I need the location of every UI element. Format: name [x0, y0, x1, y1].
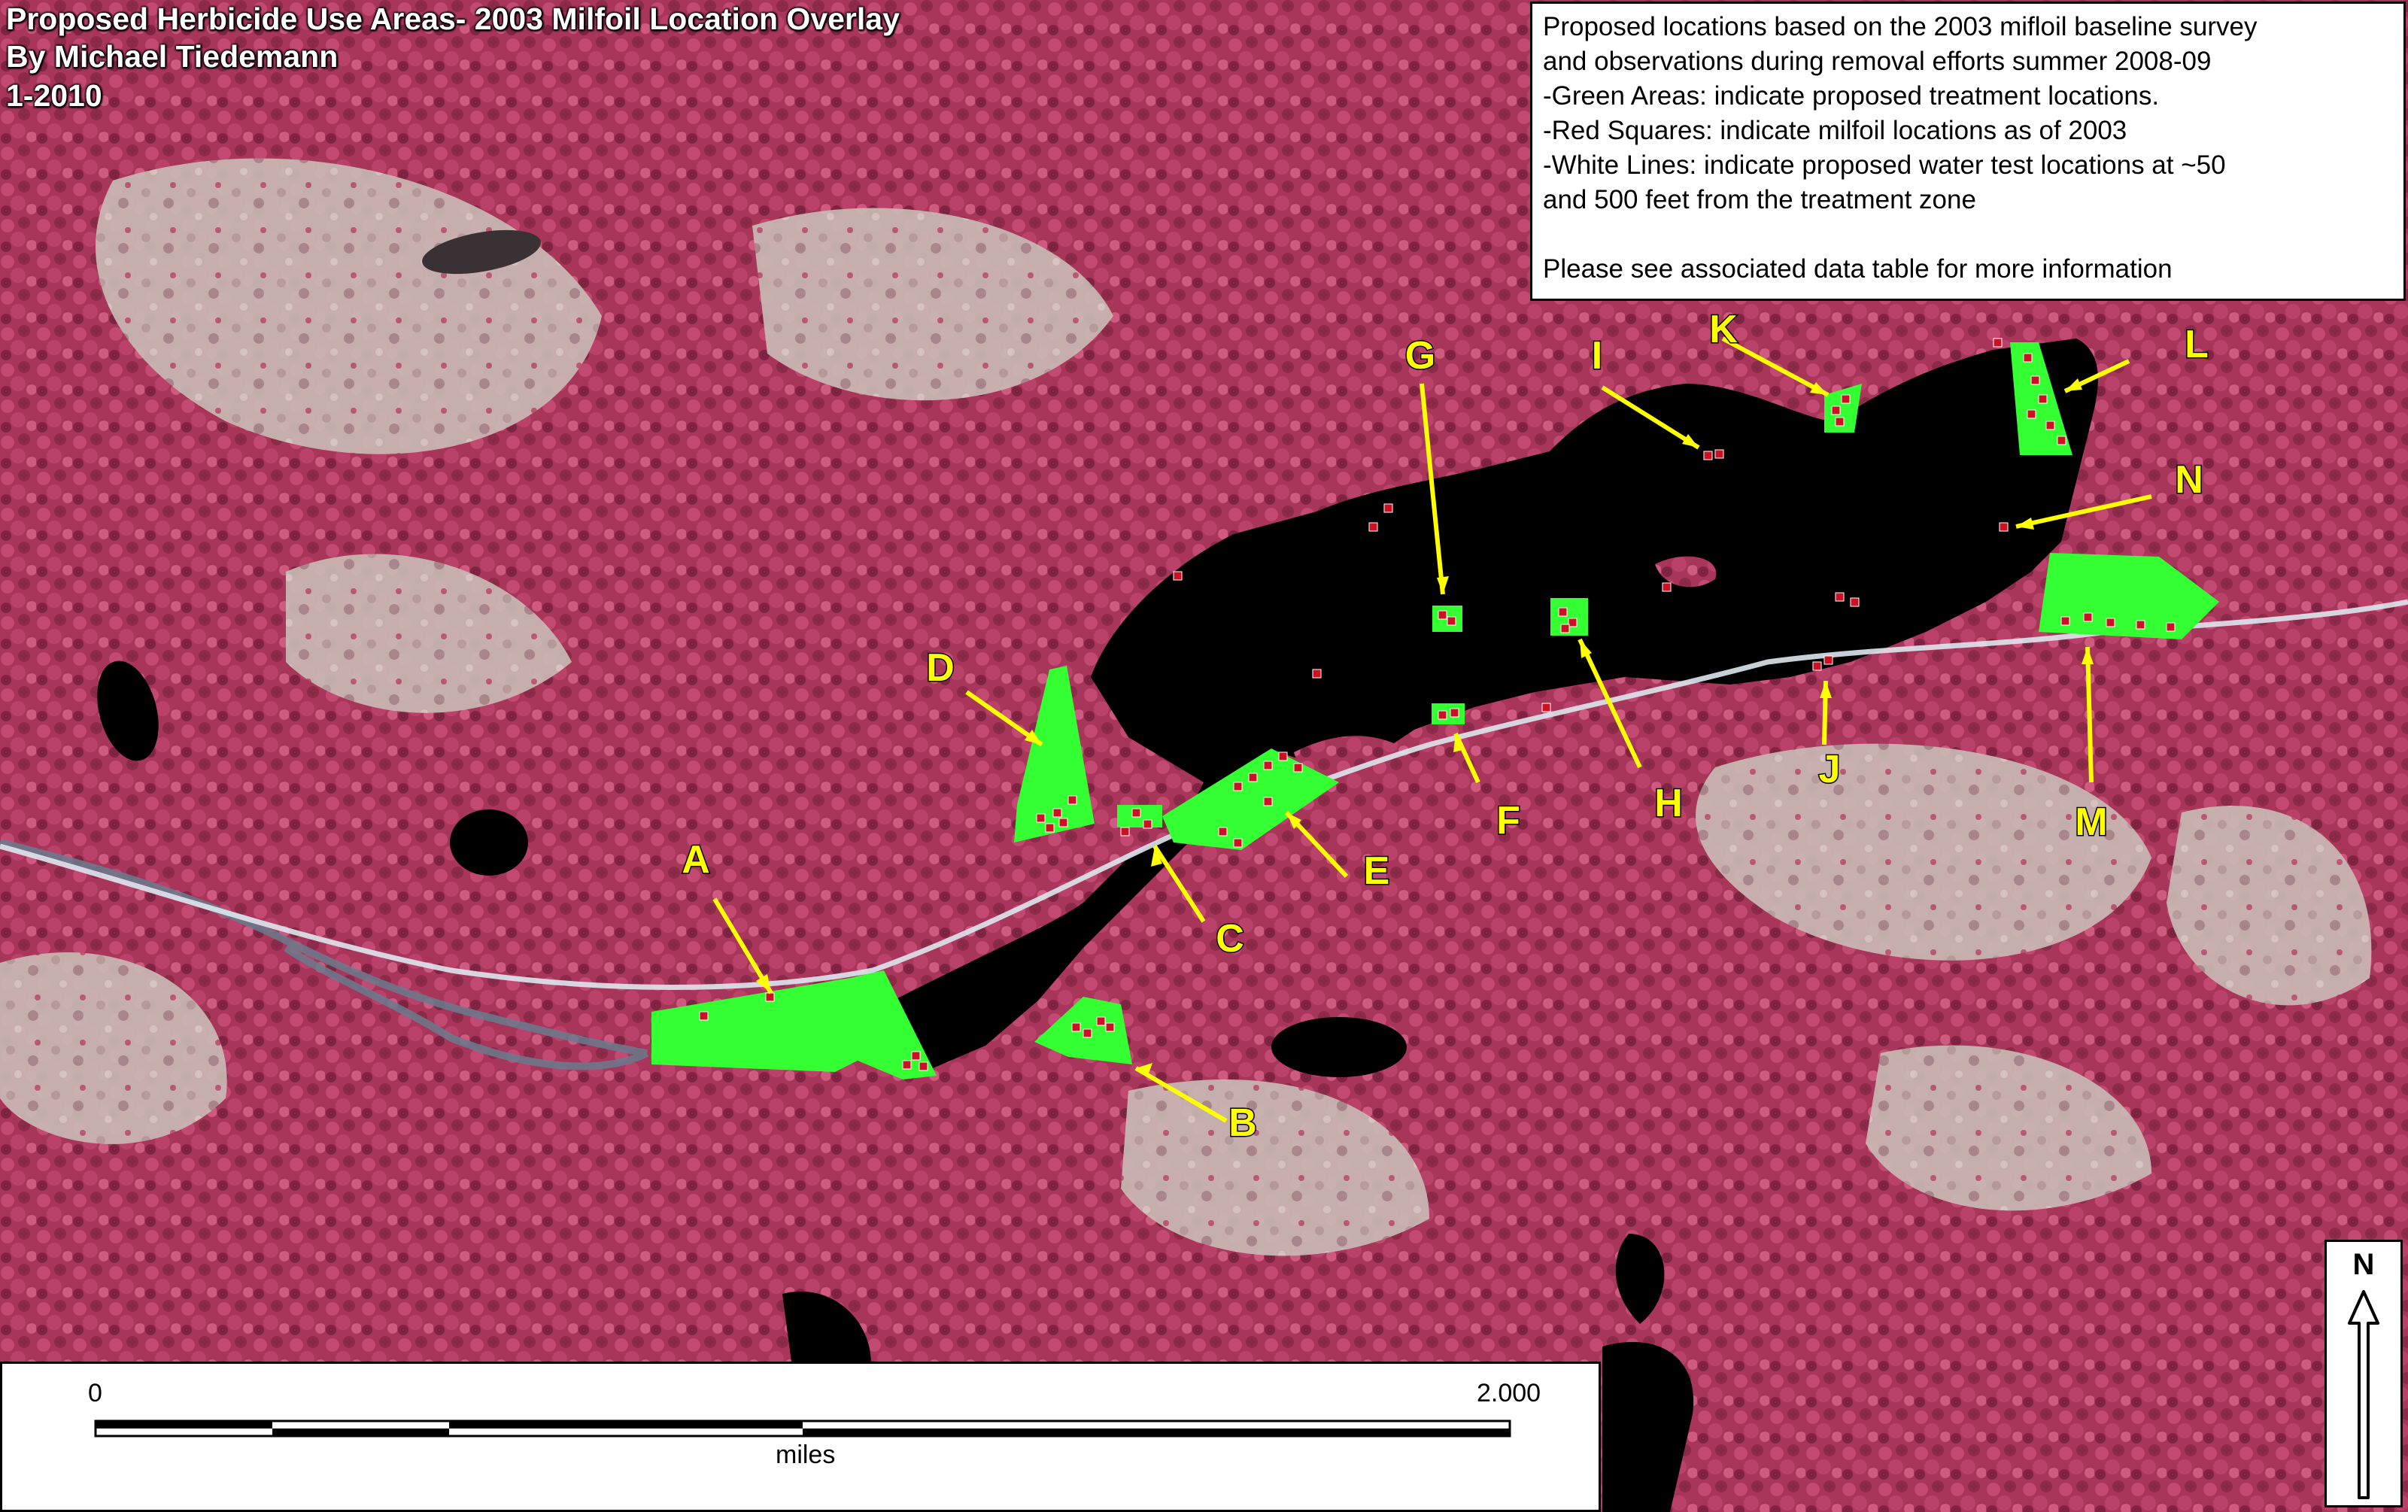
north-arrow-box: N: [2324, 1240, 2403, 1507]
site-label-i: I: [1592, 334, 1602, 378]
site-label-l: L: [2185, 323, 2209, 366]
map-title-line: Proposed Herbicide Use Areas- 2003 Milfo…: [6, 2, 900, 36]
legend-line: -Green Areas: indicate proposed treatmen…: [1543, 81, 2160, 111]
site-label-n: N: [2175, 458, 2203, 502]
scale-start-label: 0: [88, 1379, 102, 1407]
site-label-e: E: [1364, 849, 1390, 893]
legend-line: Please see associated data table for mor…: [1543, 254, 2173, 284]
scale-bar-box: 0 2.000 miles: [0, 1362, 1601, 1512]
site-label-a: A: [682, 838, 710, 882]
scale-unit-label: miles: [776, 1441, 836, 1469]
scale-end-label: 2.000: [1477, 1379, 1541, 1407]
site-label-j: J: [1819, 748, 1841, 791]
site-label-f: F: [1496, 799, 1520, 843]
legend-line: and 500 feet from the treatment zone: [1543, 185, 1976, 214]
site-label-m: M: [2075, 800, 2107, 844]
legend-line: Proposed locations based on the 2003 mif…: [1543, 12, 2258, 41]
site-label-c: C: [1216, 917, 1244, 961]
site-label-k: K: [1709, 308, 1738, 351]
legend-box: Proposed locations based on the 2003 mif…: [1530, 2, 2406, 301]
north-arrow-icon: [2348, 1290, 2379, 1499]
treatment-area-f: [1432, 703, 1465, 724]
map-date-line: 1-2010: [6, 78, 102, 113]
north-label: N: [2352, 1248, 2375, 1281]
legend-line: -Red Squares: indicate milfoil locations…: [1543, 116, 2127, 145]
legend-line: and observations during removal efforts …: [1543, 47, 2212, 76]
site-label-b: B: [1228, 1101, 1257, 1145]
map-author-line: By Michael Tiedemann: [6, 39, 339, 74]
legend-line: [1543, 217, 2393, 252]
site-label-d: D: [926, 646, 955, 690]
site-label-h: H: [1654, 782, 1683, 825]
site-label-g: G: [1405, 334, 1435, 378]
legend-line: -White Lines: indicate proposed water te…: [1543, 150, 2226, 180]
